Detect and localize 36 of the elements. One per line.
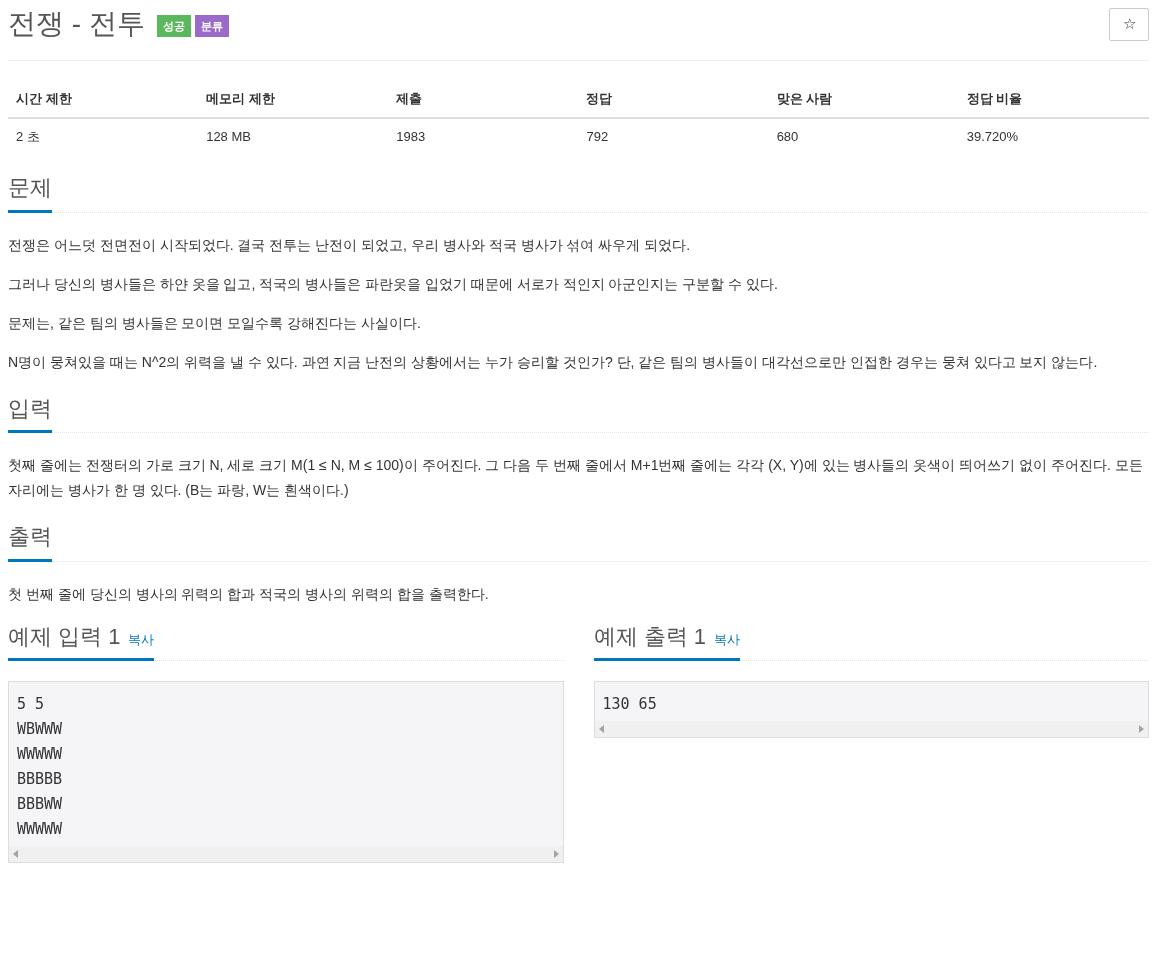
table-header-cell: 맞은 사람 <box>768 81 959 118</box>
horizontal-scrollbar[interactable] <box>9 846 563 862</box>
table-header-cell: 정답 <box>578 81 769 118</box>
table-header-cell: 정답 비율 <box>958 81 1149 118</box>
table-cell: 792 <box>578 117 769 154</box>
table-cell: 1983 <box>388 117 579 154</box>
problem-text: N명이 뭉쳐있을 때는 N^2의 위력을 낼 수 있다. 과연 지금 난전의 상황에서는 누가 승리할 것인가? 단, 같은 팀의 병사들이 대각선으로만 인접한 경우는 뭉쳐 있다고 보지 않는다. <box>8 352 1099 372</box>
scroll-right-icon[interactable] <box>1139 725 1144 733</box>
section-heading: 예제 출력 1 <box>593 622 706 650</box>
copy-link[interactable]: 복사 <box>713 629 740 649</box>
sample-code: 5 5 WBWWW WWWWW BBBBB BBBWW WWWWW <box>16 694 64 840</box>
table-header-cell: 시간 제한 <box>8 81 199 118</box>
horizontal-scrollbar[interactable] <box>594 721 1148 737</box>
problem-text: 전쟁은 어느덧 전면전이 시작되었다. 결국 전투는 난전이 되었고, 우리 병사와 적국 병사가 섞여 싸우게 되었다. <box>8 235 692 255</box>
problem-text: 그러나 당신의 병사들은 하얀 옷을 입고, 적국의 병사들은 파란옷을 입었기 때문에 서로가 적인지 아군인지는 구분할 수 있다. <box>8 274 779 294</box>
section-heading: 문제 <box>8 174 52 202</box>
sample-code: 130 65 <box>601 694 658 715</box>
table-cell: 680 <box>768 117 959 154</box>
scroll-left-icon[interactable] <box>598 725 604 733</box>
section-heading: 예제 입력 1 <box>8 622 121 650</box>
table-cell: 39.720% <box>958 117 1149 154</box>
scroll-left-icon[interactable] <box>13 850 18 858</box>
tag-badge[interactable]: 분류 <box>194 14 229 38</box>
table-header-cell: 제출 <box>388 81 579 118</box>
section-heading: 출력 <box>8 523 52 551</box>
section-heading: 입력 <box>8 394 52 422</box>
table-header-cell: 메모리 제한 <box>198 81 389 118</box>
favorite-button[interactable]: ☆ <box>1109 8 1149 41</box>
problem-text: 첫 번째 줄에 당신의 병사의 위력의 합과 적국의 병사의 위력의 합을 출력한다. <box>8 584 490 604</box>
problem-title: 전쟁 - 전투 <box>8 7 145 41</box>
problem-text: 첫째 줄에는 전쟁터의 가로 크기 N, 세로 크기 M(1 ≤ N, M ≤ 100)이 주어진다. 그 다음 두 번째 줄에서 M+1번째 줄에는 각각 (X, Y)에 있는 병사들의 옷색이 띄어쓰기 없이 주어진다. 모든 자리에는 병사가 한 명 있다. (B는 파랑, W는 흰색이다.) <box>8 456 1144 500</box>
table-cell: 128 MB <box>198 117 389 154</box>
table-cell: 2 초 <box>8 117 199 154</box>
copy-link[interactable]: 복사 <box>128 629 155 649</box>
problem-text: 문제는, 같은 팀의 병사들은 모이면 모일수록 강해진다는 사실이다. <box>8 313 422 333</box>
scroll-right-icon[interactable] <box>553 850 559 858</box>
